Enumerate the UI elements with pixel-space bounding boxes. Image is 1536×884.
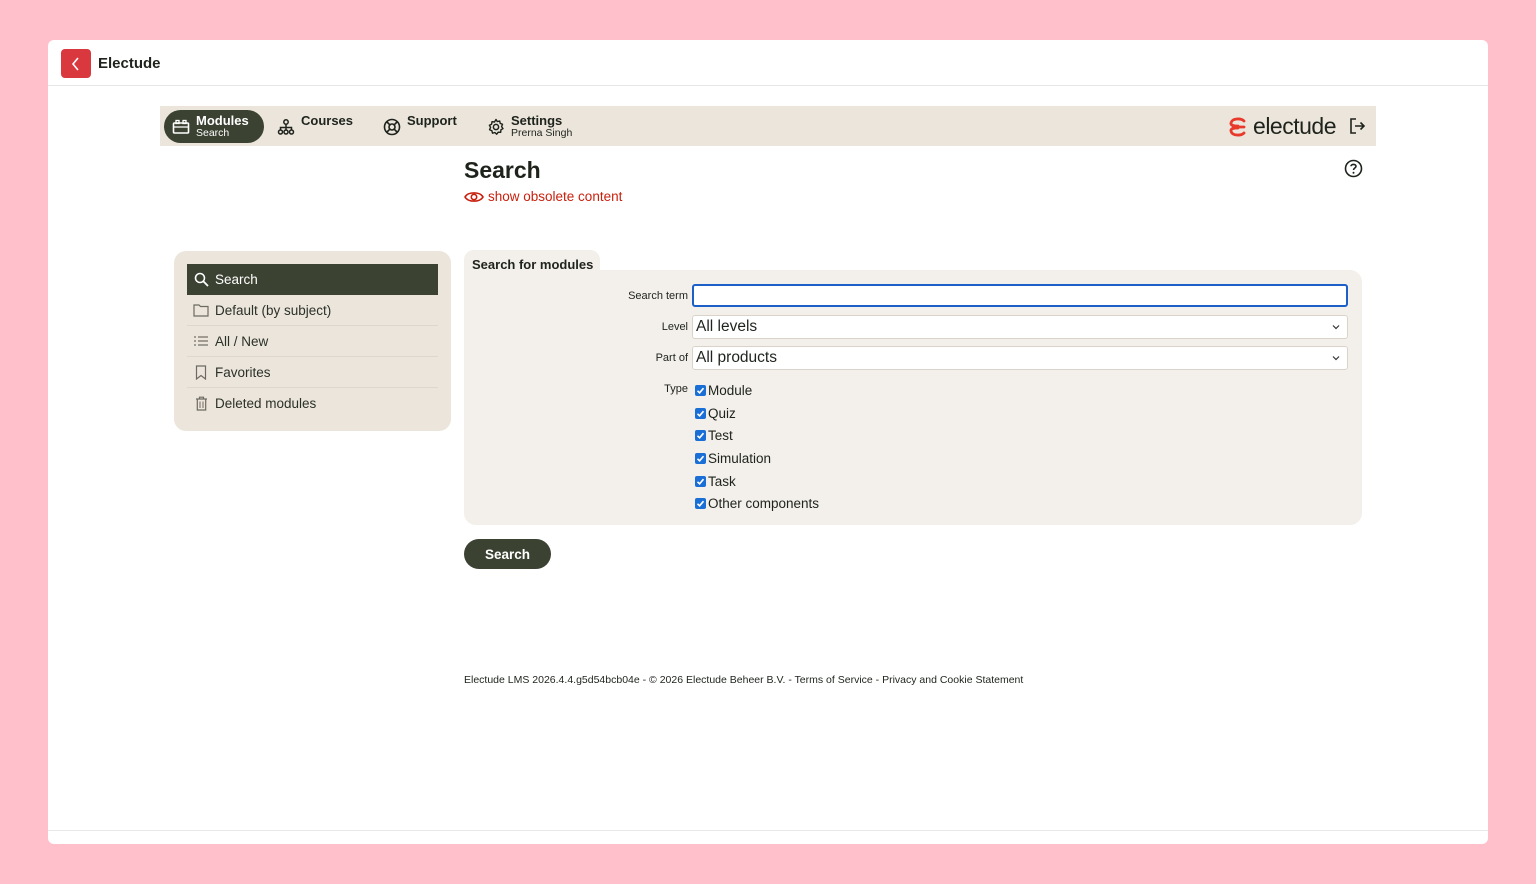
chevron-down-icon [1332,325,1340,330]
bookmark-icon [193,364,209,380]
gear-icon [486,117,506,137]
app-title: Electude [98,55,161,72]
sidebar-item-search[interactable]: Search [187,264,438,295]
lifebuoy-icon [382,117,402,137]
nav-settings[interactable]: Settings Prerna Singh [486,110,572,143]
checkbox-checked[interactable] [695,384,706,396]
footer-text: Electude LMS 2026.4.4.g5d54bcb04e - © 20… [464,674,1024,686]
search-submit-button[interactable]: Search [464,539,551,569]
type-option-task[interactable]: Task [695,470,819,493]
help-icon [1344,159,1363,178]
nav-modules-label: Modules [196,112,249,128]
checkbox-checked[interactable] [695,475,706,487]
show-obsolete-link[interactable]: show obsolete content [464,189,622,204]
type-checkbox-group: Module Quiz Test Simulation Task Other c… [695,379,819,515]
nav-settings-user: Prerna Singh [511,126,573,139]
part-of-label: Part of [655,352,688,364]
page-title: Search [464,157,541,183]
list-icon [193,333,209,349]
logout-button[interactable] [1348,117,1366,135]
type-label: Type [664,383,688,395]
chevron-down-icon [1332,356,1340,361]
nav-settings-label: Settings [511,112,563,128]
hierarchy-icon [276,117,296,137]
type-option-label: Quiz [708,405,736,421]
type-option-label: Simulation [708,450,772,466]
logout-icon [1350,118,1366,134]
type-option-label: Task [708,473,736,489]
type-option-module[interactable]: Module [695,379,819,402]
sidebar-item-label: Default (by subject) [215,302,332,318]
checkbox-checked[interactable] [695,430,706,442]
top-navigation: Modules Search Courses Support Settings … [160,106,1376,146]
sidebar-item-default[interactable]: Default (by subject) [187,295,438,326]
checkbox-checked[interactable] [695,452,706,464]
nav-modules-sub: Search [196,126,230,139]
type-option-simulation[interactable]: Simulation [695,447,819,470]
sidebar-item-label: Favorites [215,364,271,380]
search-term-input[interactable] [692,284,1348,307]
search-icon [193,272,209,288]
sidebar: Search Default (by subject) All / New Fa… [174,251,451,431]
nav-courses-label: Courses [301,113,354,128]
type-option-label: Test [708,428,733,444]
part-of-select-value: All products [696,349,777,366]
type-option-other[interactable]: Other components [695,492,819,515]
sidebar-item-label: All / New [215,333,269,349]
modules-icon [171,117,191,137]
title-bar: Electude [48,40,1488,86]
sidebar-item-label: Deleted modules [215,396,317,411]
sidebar-item-deleted[interactable]: Deleted modules [187,388,438,419]
show-obsolete-label: show obsolete content [488,189,623,204]
back-button[interactable] [61,49,91,78]
nav-support-label: Support [407,113,457,128]
search-term-label: Search term [628,290,688,302]
level-select[interactable]: All levels [692,315,1348,339]
search-form-panel: Search term Level All levels Part of All… [464,270,1362,525]
brand-name: electude [1253,113,1336,139]
part-of-select[interactable]: All products [692,346,1348,370]
checkbox-checked[interactable] [695,498,706,510]
app-window: Electude Modules Search Courses Support … [48,40,1488,844]
level-label: Level [661,321,688,333]
type-option-label: Other components [708,496,820,512]
type-option-test[interactable]: Test [695,424,819,447]
level-select-value: All levels [696,318,758,335]
chevron-left-icon [71,56,79,71]
sidebar-item-all-new[interactable]: All / New [187,326,438,357]
nav-support[interactable]: Support [382,110,457,143]
type-option-label: Module [708,382,753,398]
checkbox-checked[interactable] [695,407,706,419]
sidebar-item-label: Search [215,272,258,287]
folder-icon [193,302,209,318]
nav-courses[interactable]: Courses [276,110,353,143]
type-option-quiz[interactable]: Quiz [695,402,819,425]
electude-logo-icon [1229,117,1246,136]
brand-logo[interactable]: electude [1227,113,1336,140]
sidebar-item-favorites[interactable]: Favorites [187,357,438,388]
eye-icon [464,191,484,202]
nav-modules[interactable]: Modules Search [164,110,264,143]
trash-icon [193,396,209,412]
help-button[interactable] [1344,159,1363,178]
divider [48,830,1488,831]
